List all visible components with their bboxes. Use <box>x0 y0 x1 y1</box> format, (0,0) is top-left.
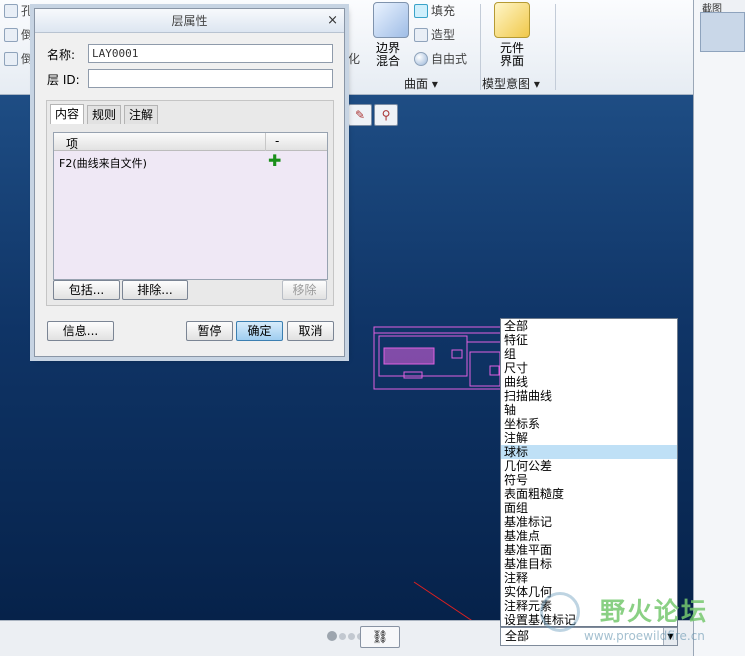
tab-rules[interactable]: 规则 <box>87 105 122 124</box>
layer-items-list[interactable]: 项 - F2(曲线来自文件) ✚ <box>53 132 328 280</box>
datum-display-icon[interactable]: ⚲ <box>374 104 398 126</box>
info-button[interactable]: 信息... <box>47 321 114 341</box>
right-panel-header <box>700 12 745 52</box>
filter-option[interactable]: 尺寸 <box>501 361 677 375</box>
pause-button[interactable]: 暂停 <box>186 321 233 341</box>
ok-button[interactable]: 确定 <box>236 321 283 341</box>
ribbon-separator <box>480 4 481 90</box>
boundary-blend-icon[interactable] <box>373 2 409 38</box>
component-interface-label: 元件 界面 <box>499 41 524 68</box>
group-label-model-intent[interactable]: 模型意图 ▾ <box>482 75 540 92</box>
list-header-status: - <box>275 134 280 148</box>
filter-option[interactable]: 曲线 <box>501 375 677 389</box>
filter-option[interactable]: 基准目标 <box>501 557 677 571</box>
plus-icon: ✚ <box>268 151 282 170</box>
group-label-surface[interactable]: 曲面 ▾ <box>404 75 438 92</box>
right-side-panel <box>693 0 745 656</box>
filter-option[interactable]: 基准标记 <box>501 515 677 529</box>
filter-option[interactable]: 面组 <box>501 501 677 515</box>
filter-option[interactable]: 注解 <box>501 431 677 445</box>
style-icon <box>414 27 428 42</box>
annotation-display-icon[interactable]: ✎ <box>348 104 372 126</box>
freestyle-tool[interactable]: 自由式 <box>414 50 467 67</box>
simplify-tool[interactable]: 化 <box>348 50 360 67</box>
dialog-title: 层属性 <box>35 9 344 33</box>
freestyle-icon <box>414 51 428 66</box>
layer-properties-dialog: 层属性 × 名称: LAY0001 层 ID: 内容 规则 注解 项 - F2(… <box>34 8 345 357</box>
filter-option[interactable]: 几何公差 <box>501 459 677 473</box>
binoculars-icon: ⛓ <box>371 629 389 645</box>
tab-notes[interactable]: 注解 <box>124 105 159 124</box>
fill-tool[interactable]: 填充 <box>414 2 455 19</box>
filter-option[interactable]: 组 <box>501 347 677 361</box>
filter-option[interactable]: 球标 <box>501 445 677 459</box>
filter-option[interactable]: 基准点 <box>501 529 677 543</box>
list-item[interactable]: F2(曲线来自文件) <box>59 155 147 171</box>
chamfer-tool[interactable]: 倒 <box>4 50 33 67</box>
component-interface-icon[interactable] <box>494 2 530 38</box>
cancel-button[interactable]: 取消 <box>287 321 334 341</box>
layer-id-label: 层 ID: <box>47 73 80 87</box>
exclude-button[interactable]: 排除... <box>122 280 188 300</box>
view-toolbar: ✎ ⚲ <box>348 104 398 128</box>
find-binoculars-button[interactable]: ⛓ <box>360 626 400 648</box>
ribbon-separator <box>555 4 556 90</box>
watermark-url: www.proewildfire.cn <box>584 629 705 643</box>
filter-option[interactable]: 基准平面 <box>501 543 677 557</box>
round-icon <box>4 27 18 42</box>
hole-icon <box>4 3 18 18</box>
screenshot-tab[interactable]: 截图 <box>700 0 745 12</box>
include-button[interactable]: 包括... <box>53 280 120 300</box>
name-label: 名称: <box>47 48 76 62</box>
list-header: 项 - <box>54 133 327 151</box>
watermark-text: 野火论坛 <box>600 597 709 626</box>
filter-option[interactable]: 注释 <box>501 571 677 585</box>
filter-option[interactable]: 扫描曲线 <box>501 389 677 403</box>
filter-dropdown-list[interactable]: 全部 特征组尺寸 曲线 扫描曲线轴坐标系 注解 球标 几何公差 符号 表面粗糙度 面组 基准标记 基准… <box>500 318 678 627</box>
filter-option[interactable]: 轴 <box>501 403 677 417</box>
fill-icon <box>414 3 428 18</box>
boundary-blend-label: 边界 混合 <box>375 41 400 68</box>
selection-filter-value: 全部 <box>505 629 530 643</box>
name-field[interactable]: LAY0001 <box>88 44 333 63</box>
close-icon[interactable]: × <box>327 9 338 33</box>
filter-option[interactable]: 全部 <box>501 319 677 333</box>
progress-dots <box>327 631 364 641</box>
layer-id-field[interactable] <box>88 69 333 88</box>
tab-content[interactable]: 内容 <box>50 104 85 124</box>
chamfer-icon <box>4 51 18 66</box>
remove-button[interactable]: 移除 <box>282 280 327 300</box>
filter-option[interactable]: 坐标系 <box>501 417 677 431</box>
list-header-item: 项 <box>66 137 79 151</box>
filter-option[interactable]: 表面粗糙度 <box>501 487 677 501</box>
style-tool[interactable]: 造型 <box>414 26 455 43</box>
hole-tool[interactable]: 孔 <box>4 2 33 19</box>
filter-option[interactable]: 特征 <box>501 333 677 347</box>
filter-option[interactable]: 符号 <box>501 473 677 487</box>
watermark-logo <box>540 592 580 632</box>
round-tool[interactable]: 倒 <box>4 26 33 43</box>
